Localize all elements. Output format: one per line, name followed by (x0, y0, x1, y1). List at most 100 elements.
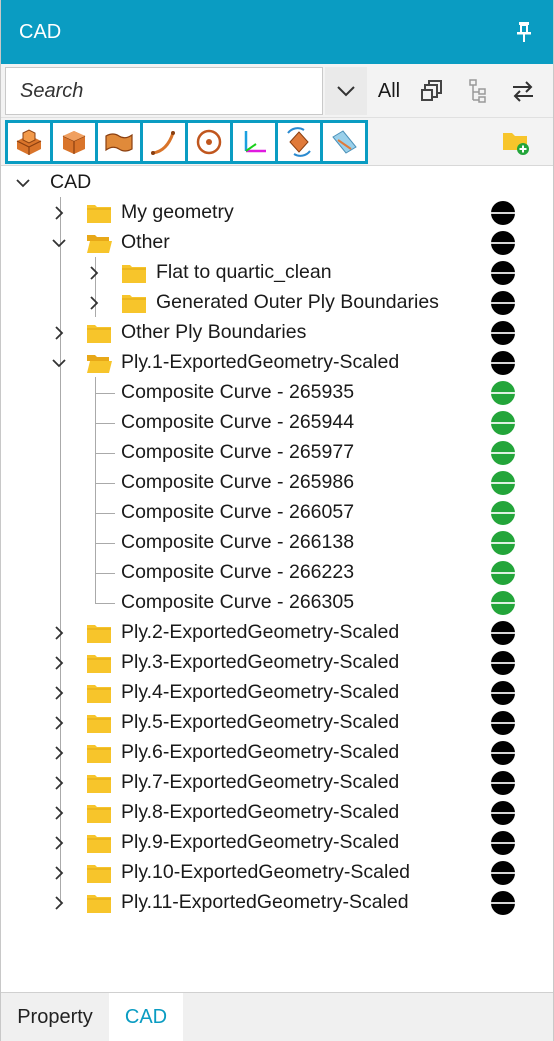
visibility-dot-icon[interactable] (491, 441, 515, 465)
visibility-dot-icon[interactable] (491, 501, 515, 525)
tree-node-composite-curve[interactable]: Composite Curve - 266305 (1, 588, 553, 618)
tree-node-composite-curve[interactable]: Composite Curve - 266223 (1, 558, 553, 588)
tree-node-composite-curve[interactable]: Composite Curve - 265986 (1, 468, 553, 498)
chevron-down-icon[interactable] (51, 235, 67, 251)
box-solid-button[interactable] (53, 123, 95, 161)
expand-chevron-icon[interactable] (51, 775, 67, 791)
expand-chevron-icon[interactable] (51, 745, 67, 761)
tree-node-label: Composite Curve - 265986 (121, 471, 355, 493)
tree-node-label: Other (121, 231, 170, 253)
folder-open-icon (87, 235, 112, 253)
plane-button[interactable] (323, 123, 365, 161)
folder-icon (87, 625, 111, 643)
tree-node-ply[interactable]: Ply.4-ExportedGeometry-Scaled (1, 678, 553, 708)
tree-node-generated-outer-ply-boundaries[interactable]: Generated Outer Ply Boundaries (1, 288, 553, 318)
expand-chevron-icon[interactable] (51, 865, 67, 881)
hierarchy-icon[interactable] (464, 77, 492, 105)
tree-node-composite-curve[interactable]: Composite Curve - 265977 (1, 438, 553, 468)
expand-chevron-icon[interactable] (86, 265, 102, 281)
extrude-solid-button[interactable] (8, 123, 50, 161)
expand-chevron-icon[interactable] (51, 685, 67, 701)
tree-node-my-geometry[interactable]: My geometry (1, 198, 553, 228)
expand-chevron-icon[interactable] (51, 805, 67, 821)
expand-chevron-icon[interactable] (51, 325, 67, 341)
visibility-dot-icon[interactable] (491, 681, 515, 705)
tree-node-ply[interactable]: Ply.2-ExportedGeometry-Scaled (1, 618, 553, 648)
tree-node-ply-1[interactable]: Ply.1-ExportedGeometry-Scaled (1, 348, 553, 378)
expand-chevron-icon[interactable] (51, 205, 67, 221)
visibility-dot-icon[interactable] (491, 201, 515, 225)
folder-add-icon[interactable] (501, 128, 531, 156)
visibility-dot-icon[interactable] (491, 351, 515, 375)
tree-node-label: Ply.11-ExportedGeometry-Scaled (121, 891, 409, 913)
point-button[interactable] (188, 123, 230, 161)
tree-node-composite-curve[interactable]: Composite Curve - 266138 (1, 528, 553, 558)
tree-node-ply[interactable]: Ply.10-ExportedGeometry-Scaled (1, 858, 553, 888)
folder-icon (87, 865, 111, 883)
expand-chevron-icon[interactable] (51, 895, 67, 911)
visibility-dot-icon[interactable] (491, 771, 515, 795)
visibility-dot-icon[interactable] (491, 651, 515, 675)
tree-node-ply[interactable]: Ply.5-ExportedGeometry-Scaled (1, 708, 553, 738)
expand-chevron-icon[interactable] (51, 625, 67, 641)
transform-button[interactable] (278, 123, 320, 161)
tree-node-composite-curve[interactable]: Composite Curve - 265944 (1, 408, 553, 438)
tree-node-other[interactable]: Other (1, 228, 553, 258)
visibility-dot-icon[interactable] (491, 291, 515, 315)
tree-node-ply[interactable]: Ply.9-ExportedGeometry-Scaled (1, 828, 553, 858)
tree-node-ply[interactable]: Ply.3-ExportedGeometry-Scaled (1, 648, 553, 678)
tree-node-ply[interactable]: Ply.8-ExportedGeometry-Scaled (1, 798, 553, 828)
visibility-dot-icon[interactable] (491, 411, 515, 435)
visibility-dot-icon[interactable] (491, 741, 515, 765)
visibility-dot-icon[interactable] (491, 471, 515, 495)
visibility-dot-icon[interactable] (491, 801, 515, 825)
tree-node-label: Generated Outer Ply Boundaries (156, 291, 439, 313)
folder-icon (87, 745, 111, 763)
chevron-down-icon[interactable] (15, 175, 31, 191)
expand-chevron-icon[interactable] (51, 835, 67, 851)
tree-node-ply[interactable]: Ply.7-ExportedGeometry-Scaled (1, 768, 553, 798)
visibility-dot-icon[interactable] (491, 321, 515, 345)
tree-node-label: CAD (50, 171, 92, 193)
expand-chevron-icon[interactable] (86, 295, 102, 311)
surface-button[interactable] (98, 123, 140, 161)
expand-chevron-icon[interactable] (51, 655, 67, 671)
axis-system-button[interactable] (233, 123, 275, 161)
filter-all-button[interactable]: All (369, 67, 409, 115)
visibility-dot-icon[interactable] (491, 831, 515, 855)
tree-node-other-ply-boundaries[interactable]: Other Ply Boundaries (1, 318, 553, 348)
tree-node-composite-curve[interactable]: Composite Curve - 265935 (1, 378, 553, 408)
visibility-dot-icon[interactable] (491, 711, 515, 735)
tree-node-composite-curve[interactable]: Composite Curve - 266057 (1, 498, 553, 528)
visibility-dot-icon[interactable] (491, 621, 515, 645)
curve-button[interactable] (143, 123, 185, 161)
visibility-dot-icon[interactable] (491, 531, 515, 555)
tree-node-ply[interactable]: Ply.11-ExportedGeometry-Scaled (1, 888, 553, 918)
expand-chevron-icon[interactable] (51, 715, 67, 731)
tree-node-cad[interactable]: CAD (1, 168, 553, 198)
visibility-dot-icon[interactable] (491, 591, 515, 615)
folder-icon (87, 685, 111, 703)
tree-node-flat-to-quartic[interactable]: Flat to quartic_clean (1, 258, 553, 288)
visibility-dot-icon[interactable] (491, 381, 515, 405)
tree-node-label: Composite Curve - 266305 (121, 591, 355, 613)
search-dropdown-button[interactable] (325, 67, 367, 115)
search-input[interactable] (6, 68, 322, 114)
visibility-dot-icon[interactable] (491, 861, 515, 885)
stack-icon[interactable] (419, 77, 447, 105)
visibility-dot-icon[interactable] (491, 231, 515, 255)
pin-icon[interactable] (513, 20, 535, 44)
tree-node-label: Ply.10-ExportedGeometry-Scaled (121, 861, 411, 883)
visibility-dot-icon[interactable] (491, 561, 515, 585)
extrude-solid-icon (16, 129, 42, 155)
swap-icon[interactable] (509, 77, 537, 105)
visibility-dot-icon[interactable] (491, 261, 515, 285)
chevron-down-icon[interactable] (51, 355, 67, 371)
visibility-dot-icon[interactable] (491, 891, 515, 915)
chevron-down-icon (337, 86, 355, 97)
tab-property[interactable]: Property (1, 993, 109, 1041)
tab-cad[interactable]: CAD (109, 993, 183, 1041)
tree-node-label: Ply.7-ExportedGeometry-Scaled (121, 771, 400, 793)
tree-node-ply[interactable]: Ply.6-ExportedGeometry-Scaled (1, 738, 553, 768)
tree-node-label: Composite Curve - 266223 (121, 561, 355, 583)
